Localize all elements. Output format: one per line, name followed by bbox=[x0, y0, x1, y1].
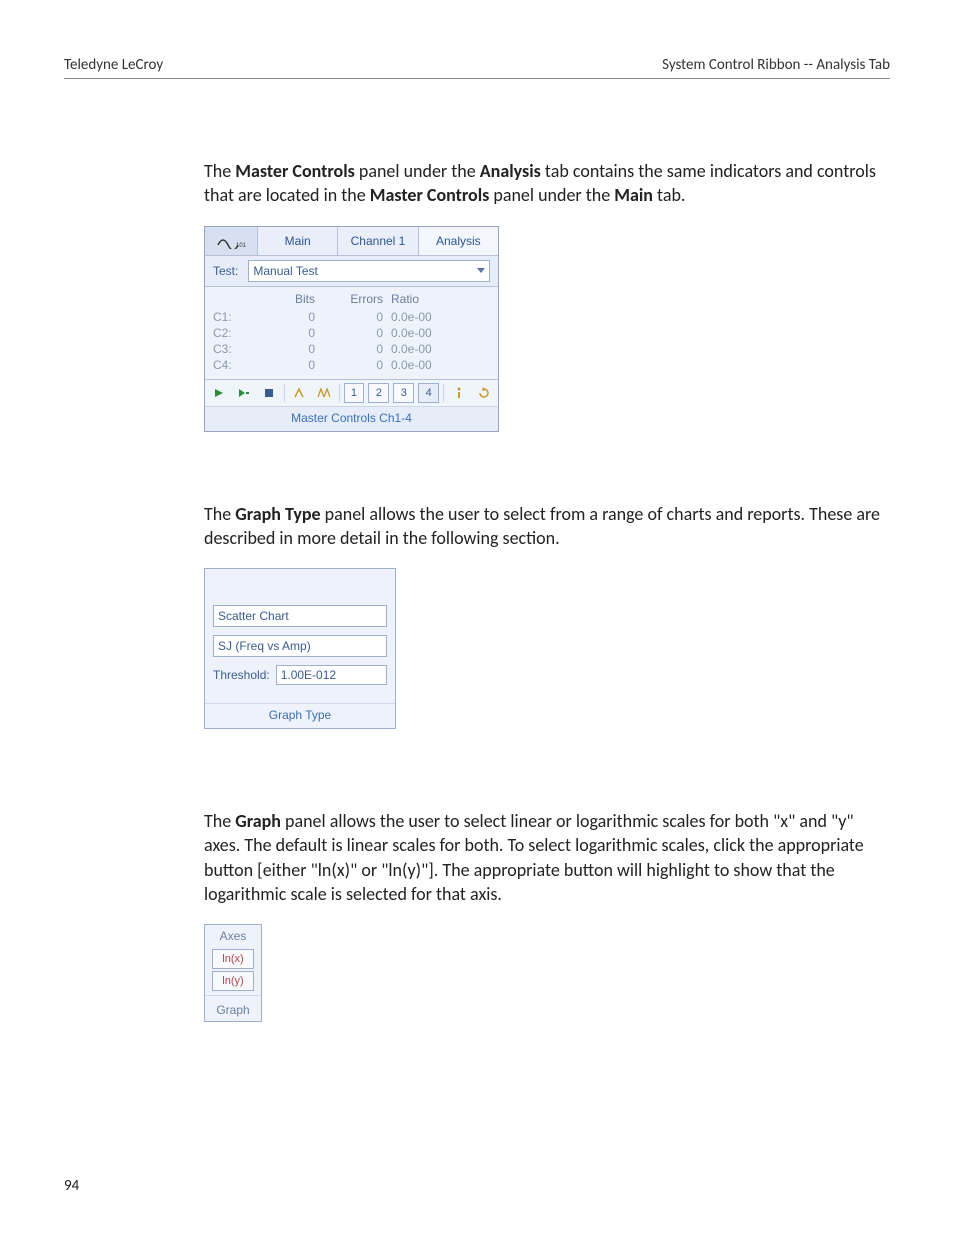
row-c4-ratio: 0.0e-00 bbox=[391, 357, 461, 373]
inject-burst-icon[interactable] bbox=[314, 382, 335, 404]
test-label: Test: bbox=[213, 264, 238, 278]
p2-b1: Graph Type bbox=[235, 503, 320, 525]
p1-b1: Master Controls bbox=[235, 160, 355, 182]
svg-text:101: 101 bbox=[236, 243, 246, 249]
header-left: Teledyne LeCroy bbox=[64, 56, 163, 74]
threshold-value: 1.00E-012 bbox=[281, 668, 336, 682]
table-row: C4: 0 0 0.0e-00 bbox=[213, 357, 490, 373]
toolbar-separator bbox=[443, 384, 444, 402]
graph-type-footer: Graph Type bbox=[205, 703, 395, 728]
row-c3-errors: 0 bbox=[323, 341, 383, 357]
table-row: C2: 0 0 0.0e-00 bbox=[213, 325, 490, 341]
test-select[interactable]: Manual Test bbox=[248, 260, 490, 282]
channel-1-toggle[interactable]: 1 bbox=[344, 383, 365, 403]
col-ratio: Ratio bbox=[391, 291, 461, 307]
paragraph-master-controls: The Master Controls panel under the Anal… bbox=[204, 159, 890, 208]
chart-type-select[interactable]: Scatter Chart bbox=[213, 605, 387, 627]
row-c4-errors: 0 bbox=[323, 357, 383, 373]
chart-series-value: SJ (Freq vs Amp) bbox=[218, 639, 311, 653]
row-c1-ratio: 0.0e-00 bbox=[391, 309, 461, 325]
channel-stats-table: Bits Errors Ratio C1: 0 0 0.0e-00 C2: 0 … bbox=[205, 287, 498, 380]
paragraph-graph-type: The Graph Type panel allows the user to … bbox=[204, 502, 890, 551]
channel-4-toggle[interactable]: 4 bbox=[418, 383, 439, 403]
p1-b2: Analysis bbox=[480, 160, 541, 182]
graph-footer: Graph bbox=[205, 1000, 261, 1021]
row-c2-errors: 0 bbox=[323, 325, 383, 341]
p1-t1: The bbox=[204, 160, 235, 182]
panel-separator bbox=[205, 995, 261, 996]
master-controls-toolbar: 1 2 3 4 bbox=[205, 380, 498, 407]
tab-analysis[interactable]: Analysis bbox=[419, 227, 498, 255]
table-row: C1: 0 0 0.0e-00 bbox=[213, 309, 490, 325]
row-c1-label: C1: bbox=[213, 309, 247, 325]
paragraph-graph: The Graph panel allows the user to selec… bbox=[204, 809, 890, 906]
master-controls-panel: 101 Main Channel 1 Analysis Test: Manual… bbox=[204, 226, 499, 432]
row-c3-bits: 0 bbox=[255, 341, 315, 357]
row-c4-bits: 0 bbox=[255, 357, 315, 373]
lnx-button[interactable]: ln(x) bbox=[212, 949, 254, 969]
p1-b3: Master Controls bbox=[370, 184, 490, 206]
chart-type-value: Scatter Chart bbox=[218, 609, 289, 623]
threshold-input[interactable]: 1.00E-012 bbox=[276, 665, 387, 685]
p2-t1: The bbox=[204, 503, 235, 525]
tab-main[interactable]: Main bbox=[258, 227, 338, 255]
info-icon[interactable] bbox=[448, 382, 469, 404]
p3-t1: The bbox=[204, 810, 235, 832]
col-bits: Bits bbox=[255, 291, 315, 307]
row-c2-ratio: 0.0e-00 bbox=[391, 325, 461, 341]
p1-t5: tab. bbox=[653, 184, 686, 206]
row-c2-label: C2: bbox=[213, 325, 247, 341]
graph-type-panel: Scatter Chart SJ (Freq vs Amp) Threshold… bbox=[204, 568, 396, 729]
toolbar-separator bbox=[339, 384, 340, 402]
toolbar-separator bbox=[284, 384, 285, 402]
p3-b1: Graph bbox=[235, 810, 281, 832]
chevron-down-icon bbox=[477, 268, 485, 273]
col-errors: Errors bbox=[323, 291, 383, 307]
app-logo-icon[interactable]: 101 bbox=[205, 227, 258, 255]
axes-label: Axes bbox=[205, 925, 261, 947]
inject-single-icon[interactable] bbox=[289, 382, 310, 404]
row-c3-label: C3: bbox=[213, 341, 247, 357]
tab-channel-1[interactable]: Channel 1 bbox=[338, 227, 418, 255]
rerun-icon[interactable] bbox=[234, 382, 255, 404]
p1-b4: Main bbox=[614, 184, 653, 206]
channel-3-toggle[interactable]: 3 bbox=[393, 383, 414, 403]
graph-axes-panel: Axes ln(x) ln(y) Graph bbox=[204, 924, 262, 1022]
row-c3-ratio: 0.0e-00 bbox=[391, 341, 461, 357]
header-right: System Control Ribbon -- Analysis Tab bbox=[662, 56, 890, 74]
p3-t2: panel allows the user to select linear o… bbox=[204, 810, 864, 905]
test-select-value: Manual Test bbox=[253, 264, 317, 278]
p1-t4: panel under the bbox=[489, 184, 614, 206]
reset-icon[interactable] bbox=[473, 382, 494, 404]
p1-t2: panel under the bbox=[355, 160, 480, 182]
table-row: C3: 0 0 0.0e-00 bbox=[213, 341, 490, 357]
row-c1-errors: 0 bbox=[323, 309, 383, 325]
master-controls-footer: Master Controls Ch1-4 bbox=[205, 407, 498, 431]
row-c4-label: C4: bbox=[213, 357, 247, 373]
channel-2-toggle[interactable]: 2 bbox=[368, 383, 389, 403]
stop-icon[interactable] bbox=[259, 382, 280, 404]
chart-series-select[interactable]: SJ (Freq vs Amp) bbox=[213, 635, 387, 657]
lny-button[interactable]: ln(y) bbox=[212, 971, 254, 991]
row-c1-bits: 0 bbox=[255, 309, 315, 325]
threshold-label: Threshold: bbox=[213, 668, 270, 682]
page-number: 94 bbox=[64, 1177, 79, 1195]
row-c2-bits: 0 bbox=[255, 325, 315, 341]
play-icon[interactable] bbox=[209, 382, 230, 404]
